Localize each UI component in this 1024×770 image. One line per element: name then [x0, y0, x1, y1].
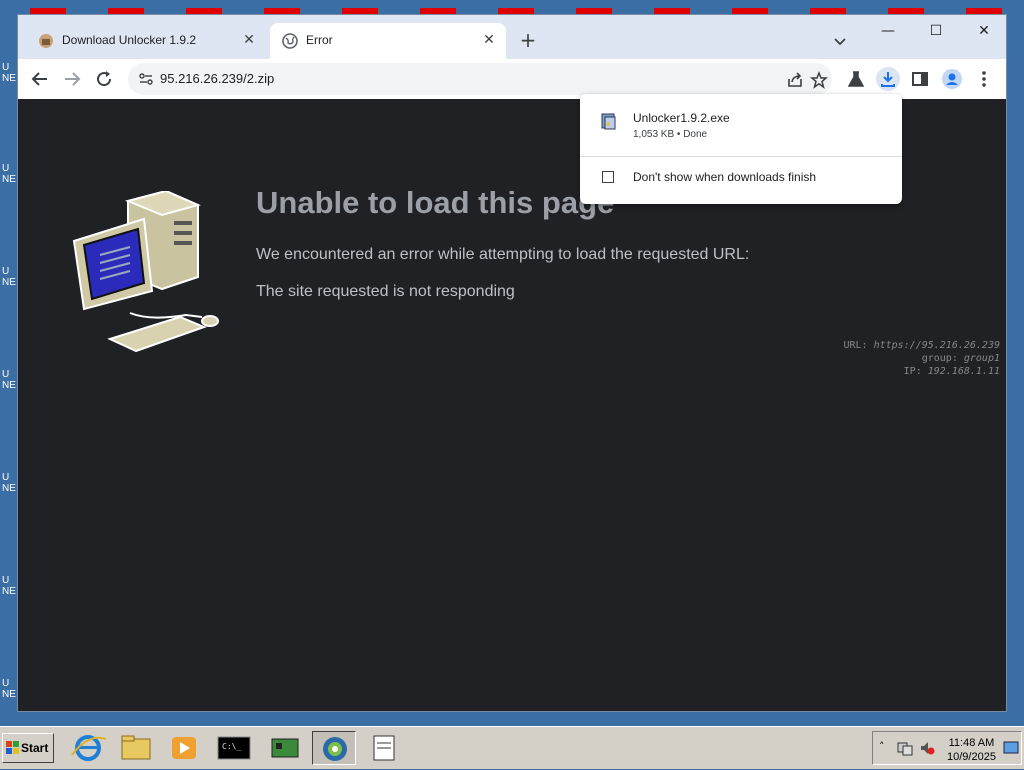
reload-icon[interactable] — [92, 67, 116, 91]
desktop-label-line: NE — [2, 174, 16, 185]
svg-text:C:\_: C:\_ — [222, 742, 241, 751]
labs-flask-icon[interactable] — [844, 67, 868, 91]
clock-time: 11:48 AM — [948, 737, 995, 749]
forward-arrow-icon[interactable] — [60, 67, 84, 91]
network-tray-icon[interactable] — [897, 740, 913, 756]
toolbar: 95.216.26.239/2.zip — [18, 59, 1006, 99]
download-icon — [881, 72, 895, 87]
file-explorer-launcher[interactable] — [114, 731, 158, 765]
meta-ip-value: 192.168.1.11 — [927, 366, 1000, 377]
tab-error[interactable]: Error ✕ — [270, 23, 506, 59]
new-tab-button[interactable]: + — [516, 29, 540, 53]
address-bar[interactable]: 95.216.26.239/2.zip — [128, 63, 832, 95]
desktop-icon-label[interactable]: U NE — [2, 678, 16, 700]
error-reason: The site requested is not responding — [256, 283, 515, 300]
meta-url: URL: https://95.216.26.239 — [843, 339, 1000, 352]
command-prompt-icon: C:\_ — [217, 736, 251, 760]
tray-expand-icon[interactable]: ˄ — [879, 740, 885, 753]
windows-flag-icon — [6, 741, 19, 754]
desktop-label-line: U — [2, 62, 10, 73]
desktop-label-line: U — [2, 575, 10, 586]
globe-icon — [282, 33, 298, 49]
network-card-icon — [271, 738, 299, 758]
desktop-label-line: U — [2, 369, 10, 380]
internet-explorer-icon — [71, 735, 107, 761]
maximize-button[interactable]: ☐ — [916, 19, 956, 43]
meta-ip: IP: 192.168.1.11 — [843, 365, 1000, 378]
close-tab-icon[interactable]: ✕ — [240, 31, 258, 49]
notepad-launcher[interactable] — [362, 731, 406, 765]
desktop-top-strip — [0, 0, 1024, 16]
menu-kebab-icon[interactable] — [972, 67, 996, 91]
notepad-icon — [373, 735, 395, 761]
meta-group-label: group: — [921, 353, 958, 364]
tab-download-unlocker[interactable]: Download Unlocker 1.9.2 ✕ — [26, 23, 266, 59]
tab-strip: Download Unlocker 1.9.2 ✕ Error ✕ + — ☐ … — [18, 15, 1006, 59]
meta-ip-label: IP: — [903, 366, 922, 377]
system-tray: ˄ 11:48 AM 10/9/2025 — [872, 731, 1022, 765]
desktop-label-line: U — [2, 266, 10, 277]
close-window-button[interactable]: ✕ — [964, 19, 1004, 43]
clock-date: 10/9/2025 — [947, 751, 996, 763]
meta-url-value: https://95.216.26.239 — [873, 340, 1000, 351]
desktop-icon-label[interactable]: U NE — [2, 163, 16, 185]
desktop-icon-label[interactable]: U NE — [2, 369, 16, 391]
browser-globe-icon — [323, 737, 347, 761]
downloads-popup: Unlocker1.9.2.exe 1,053 KB • Done Don't … — [580, 94, 902, 204]
profile-avatar-icon[interactable] — [940, 67, 964, 91]
desktop-label-line: NE — [2, 277, 16, 288]
desktop-label-line: NE — [2, 689, 16, 700]
unlocker-favicon-icon — [39, 34, 53, 48]
desktop-icon-label[interactable]: U NE — [2, 472, 16, 494]
desktop-label-line: U — [2, 472, 10, 483]
taskbar: Start C:\_ ˄ 11:48 AM 10/9/2025 — [0, 726, 1024, 769]
desktop-label-line: NE — [2, 380, 16, 391]
start-label: Start — [21, 741, 49, 755]
desktop-label-line: NE — [2, 73, 16, 84]
desktop-label-line: U — [2, 678, 10, 689]
back-arrow-icon[interactable] — [28, 67, 52, 91]
computer-illustration-icon — [72, 191, 219, 353]
share-icon[interactable] — [786, 71, 804, 89]
minimize-button[interactable]: — — [868, 19, 908, 43]
error-title: Unable to load this page — [256, 185, 615, 220]
desktop-label-line: NE — [2, 586, 16, 597]
desktop-label-line: NE — [2, 483, 16, 494]
url-text: 95.216.26.239/2.zip — [160, 71, 275, 86]
folder-icon — [121, 735, 151, 760]
media-player-icon — [172, 737, 196, 759]
meta-group-value: group1 — [963, 353, 1000, 364]
start-button[interactable]: Start — [2, 733, 54, 763]
chevron-down-icon[interactable] — [830, 31, 850, 51]
download-file-status: 1,053 KB • Done — [633, 129, 708, 140]
show-desktop-icon[interactable] — [1003, 740, 1019, 756]
downloads-button[interactable] — [876, 67, 900, 91]
volume-muted-icon[interactable] — [919, 740, 935, 756]
tab-title: Download Unlocker 1.9.2 — [62, 33, 197, 47]
close-tab-icon[interactable]: ✕ — [480, 31, 498, 49]
chrome-taskbar-button[interactable] — [312, 731, 356, 765]
side-panel-icon[interactable] — [908, 67, 932, 91]
site-settings-icon[interactable] — [138, 71, 154, 87]
meta-group: group: group1 — [843, 352, 1000, 365]
network-app-launcher[interactable] — [262, 731, 306, 765]
error-meta: URL: https://95.216.26.239 group: group1… — [843, 339, 1000, 378]
dont-show-checkbox-label[interactable]: Don't show when downloads finish — [633, 170, 816, 184]
dont-show-checkbox[interactable] — [602, 171, 614, 183]
tab-title: Error — [306, 33, 333, 47]
desktop-icon-label[interactable]: U NE — [2, 575, 16, 597]
star-icon[interactable] — [810, 71, 828, 89]
desktop-label-line: U — [2, 163, 10, 174]
internet-explorer-launcher[interactable] — [66, 731, 110, 765]
media-player-launcher[interactable] — [162, 731, 206, 765]
exe-file-icon — [601, 113, 616, 130]
command-prompt-launcher[interactable]: C:\_ — [212, 731, 256, 765]
popup-divider — [580, 156, 902, 157]
desktop-icon-label[interactable]: U NE — [2, 62, 16, 84]
clock[interactable]: 11:48 AM 10/9/2025 — [947, 736, 996, 764]
download-file-name: Unlocker1.9.2.exe — [633, 111, 730, 125]
meta-url-label: URL: — [843, 340, 868, 351]
error-description: We encountered an error while attempting… — [256, 246, 750, 263]
desktop-icon-label[interactable]: U NE — [2, 266, 16, 288]
